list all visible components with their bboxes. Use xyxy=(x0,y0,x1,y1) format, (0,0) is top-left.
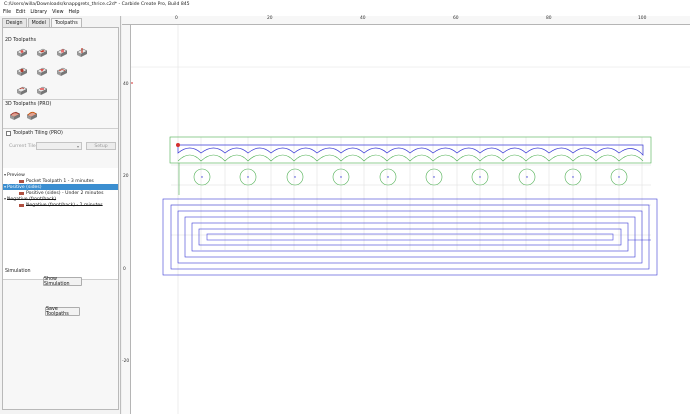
toolpaths-3d-heading: 3D Toolpaths (PRO) xyxy=(5,102,52,107)
ruler-label: 0 xyxy=(123,267,126,272)
simulation-heading: Simulation xyxy=(5,269,31,274)
menu-help[interactable]: Help xyxy=(69,10,80,15)
drill-center-points xyxy=(201,176,620,178)
green-boundary xyxy=(169,136,652,195)
menu-file[interactable]: File xyxy=(3,10,11,15)
contour-toolpath-icon[interactable] xyxy=(15,47,29,59)
ruler-label: 80 xyxy=(546,16,552,21)
advanced-vcarve-icon[interactable] xyxy=(35,66,49,78)
current-tile-select[interactable]: ▾ xyxy=(36,142,82,150)
tree-item-label: Positive (sides) - Under 2 minutes xyxy=(26,190,104,196)
menu-view[interactable]: View xyxy=(52,10,63,15)
vertical-ruler: 40 20 0 -20 xyxy=(122,25,131,414)
title-bar: C:/Users/willa/Downloads/knappgrets_thri… xyxy=(0,0,690,8)
setup-button[interactable]: Setup xyxy=(86,142,116,150)
design-canvas[interactable]: 0 20 40 60 80 100 40 20 0 -20 xyxy=(122,16,690,414)
3d-rough-icon[interactable] xyxy=(8,110,22,122)
show-simulation-button[interactable]: Show Simulation xyxy=(43,277,82,287)
toolpath-icon xyxy=(19,180,24,183)
vcarve-toolpath-icon[interactable] xyxy=(75,47,89,59)
menu-edit[interactable]: Edit xyxy=(16,10,25,15)
chamfer-toolpath-icon[interactable] xyxy=(55,66,69,78)
pocket-toolpath-icon[interactable] xyxy=(35,47,49,59)
thread-toolpath-icon[interactable] xyxy=(15,85,29,97)
tree-item-negative[interactable]: Negative (front/back) - 2 minutes xyxy=(3,202,118,208)
drill-circles xyxy=(193,168,628,186)
ruler-label: 100 xyxy=(638,16,647,21)
toolpaths-2d-heading: 2D Toolpaths xyxy=(5,38,36,43)
section-divider xyxy=(3,99,118,100)
window-title: C:/Users/willa/Downloads/knappgrets_thri… xyxy=(4,1,190,7)
ruler-label: -20 xyxy=(122,359,130,364)
horizontal-ruler: 0 20 40 60 80 100 xyxy=(122,16,690,25)
ruler-label: 0 xyxy=(175,16,178,21)
ruler-label: 40 xyxy=(360,16,366,21)
left-panel: Design Model Toolpaths 2D Toolpaths 3D T… xyxy=(0,16,121,414)
tab-design[interactable]: Design xyxy=(2,18,27,27)
tab-model[interactable]: Model xyxy=(27,18,50,27)
ruler-label: 20 xyxy=(123,174,129,179)
tree-group-label: Positive (sides) xyxy=(7,184,42,190)
chevron-down-icon: ▾ xyxy=(76,144,79,149)
ruler-label: 60 xyxy=(453,16,459,21)
current-tile-label: Current Tile xyxy=(9,144,36,149)
toolpath-tiling-label: Toolpath Tiling (PRO) xyxy=(13,131,63,136)
drill-toolpath-icon[interactable] xyxy=(55,47,69,59)
ruler-label: 40 xyxy=(123,82,129,87)
toolpath-preview[interactable] xyxy=(131,25,690,414)
tree-item-label: Negative (front/back) - 2 minutes xyxy=(26,202,103,208)
rough-toolpath-icon[interactable] xyxy=(35,85,49,97)
toolpaths-panel: 2D Toolpaths 3D Toolpaths (PRO) Toolpath… xyxy=(2,27,119,410)
tree-group-label: Negative (front/back) xyxy=(7,196,57,202)
grid-lines xyxy=(171,25,651,414)
save-toolpaths-button[interactable]: Save Toolpaths xyxy=(45,307,80,317)
tree-group-label: Preview xyxy=(7,172,25,178)
toolpath-icon xyxy=(19,204,24,207)
menu-bar: File Edit Library View Help xyxy=(0,8,690,16)
3d-finish-icon[interactable] xyxy=(25,110,39,122)
section-divider xyxy=(3,128,118,129)
toolpath-tiling-checkbox[interactable] xyxy=(6,131,11,136)
tree-item-label: Pocket Toolpath 1 - 3 minutes xyxy=(26,178,94,184)
ruler-label: 20 xyxy=(267,16,273,21)
toolpath-icon xyxy=(19,192,24,195)
menu-library[interactable]: Library xyxy=(30,10,47,15)
tab-toolpaths[interactable]: Toolpaths xyxy=(50,18,82,27)
start-point-marker xyxy=(176,143,180,147)
tab-bar: Design Model Toolpaths xyxy=(2,18,83,27)
texture-toolpath-icon[interactable] xyxy=(15,66,29,78)
